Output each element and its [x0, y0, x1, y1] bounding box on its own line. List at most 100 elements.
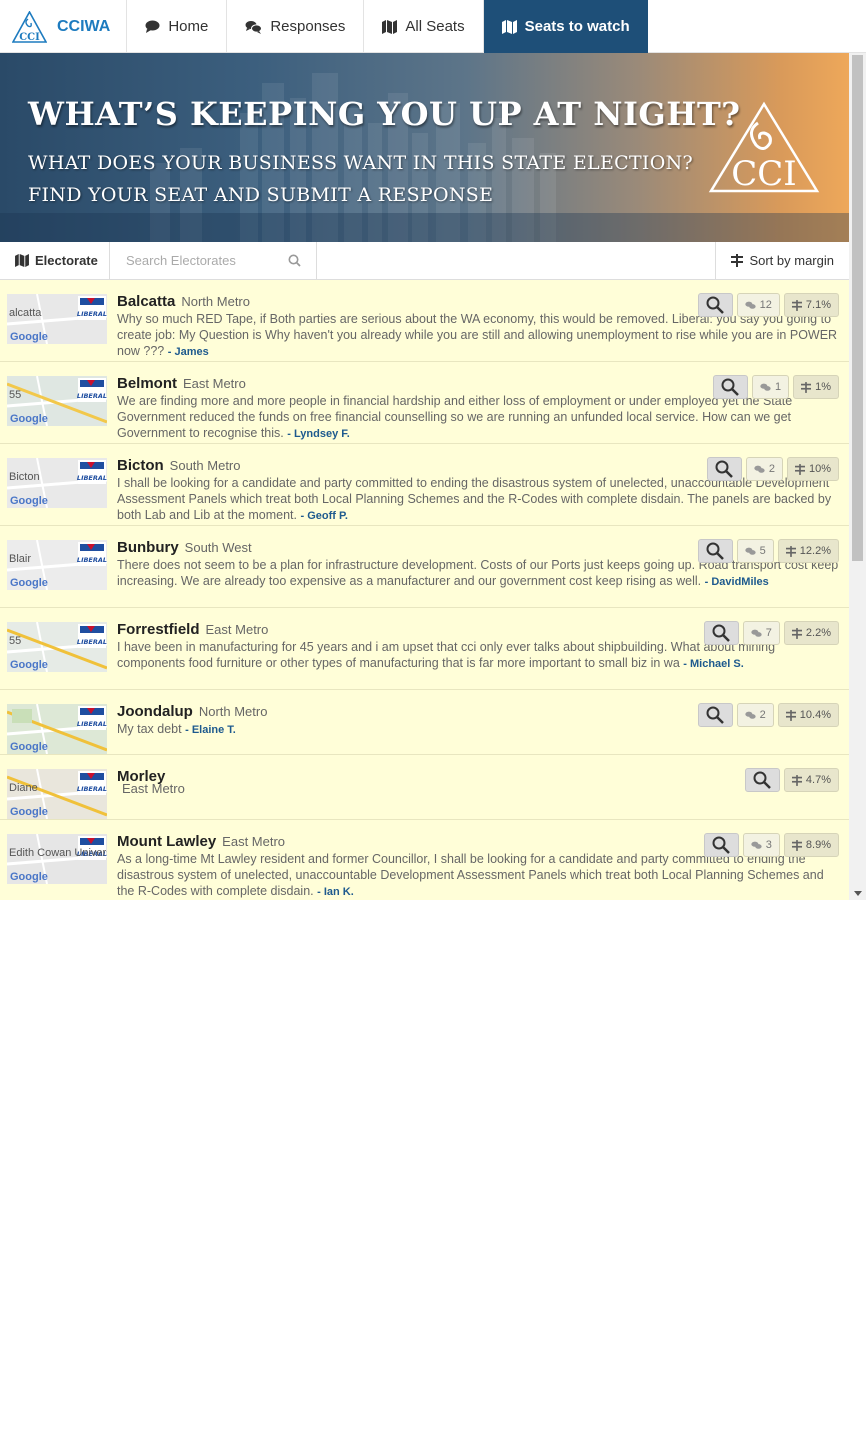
- seat-name[interactable]: Joondalup North Metro: [117, 703, 267, 720]
- seat-map-thumbnail[interactable]: LIBERAL Google alcatta: [7, 294, 107, 344]
- margin-value: 2.2%: [805, 627, 831, 639]
- author-name: Lyndsey F.: [293, 428, 350, 440]
- liberal-party-icon: LIBERAL: [77, 624, 107, 648]
- zoom-seat-button[interactable]: [706, 457, 742, 481]
- search-input[interactable]: [110, 242, 316, 279]
- comment-author[interactable]: - Elaine T.: [185, 724, 236, 736]
- comments-icon: [745, 547, 756, 555]
- zoom-seat-button[interactable]: [697, 539, 733, 563]
- seat-region: South Metro: [169, 458, 241, 473]
- seat-row[interactable]: LIBERAL Google 55 Forrestfield East Metro I h…: [0, 608, 849, 690]
- comment-count-badge[interactable]: 2: [745, 457, 783, 481]
- map-place-label: 55: [9, 389, 21, 401]
- seat-region: East Metro: [122, 781, 185, 796]
- hero-subtitle-2: FIND YOUR SEAT AND SUBMIT A RESPONSE: [28, 184, 494, 206]
- scrollbar-thumb[interactable]: [852, 55, 863, 561]
- search-box: [110, 242, 317, 279]
- seat-name[interactable]: Bicton South Metro: [117, 457, 241, 474]
- liberal-party-icon: LIBERAL: [77, 378, 107, 402]
- brand-link[interactable]: CCI CCIWA: [0, 0, 128, 53]
- author-name: DavidMiles: [711, 576, 769, 588]
- seat-name[interactable]: Mount Lawley East Metro: [117, 833, 285, 850]
- comment-text: I shall be looking for a candidate and p…: [117, 476, 832, 522]
- nav-all-seats[interactable]: All Seats: [364, 0, 484, 53]
- seat-row[interactable]: LIBERALGoogleEdith Cowan University Mount…: [0, 820, 849, 900]
- nav-home[interactable]: Home: [127, 0, 228, 53]
- liberal-party-icon: LIBERAL: [77, 771, 107, 795]
- map-image: LIBERALGoogleEdith Cowan University: [7, 834, 107, 884]
- zoom-seat-button[interactable]: [703, 621, 739, 645]
- comment-icon: [145, 20, 160, 33]
- seat-row[interactable]: LIBERAL Google Joondalup North Metro My tax …: [0, 690, 849, 755]
- zoom-seat-button[interactable]: [697, 293, 733, 317]
- comments-icon: [751, 841, 762, 849]
- seat-region: North Metro: [181, 294, 250, 309]
- search-icon[interactable]: [288, 254, 301, 267]
- seat-map-thumbnail[interactable]: LIBERAL Google Bicton: [7, 458, 107, 508]
- comment-author[interactable]: - Lyndsey F.: [287, 428, 350, 440]
- nav-seats-to-watch-label: Seats to watch: [524, 18, 630, 35]
- comment-count-badge[interactable]: 12: [736, 293, 780, 317]
- zoom-seat-button[interactable]: [703, 833, 739, 857]
- seat-name[interactable]: Bunbury South West: [117, 539, 252, 556]
- comment-author[interactable]: - Ian K.: [317, 886, 354, 898]
- zoom-seat-button[interactable]: [744, 768, 780, 792]
- nav-seats-to-watch[interactable]: Seats to watch: [483, 0, 648, 53]
- zoom-seat-button[interactable]: [712, 375, 748, 399]
- seat-map-thumbnail[interactable]: LIBERAL Google 55: [7, 622, 107, 672]
- comments-icon: [245, 20, 263, 34]
- seat-map-thumbnail[interactable]: LIBERAL Google 55: [7, 376, 107, 426]
- map-place-label: Bicton: [9, 471, 40, 483]
- liberal-party-icon: LIBERAL: [77, 460, 107, 484]
- seat-row[interactable]: LIBERAL Google Diane Morley East Metro 4.7%: [0, 755, 849, 820]
- page-scrollbar[interactable]: [849, 53, 866, 900]
- comment-count-badge[interactable]: 2: [736, 703, 774, 727]
- seat-row[interactable]: LIBERAL Google Bicton Bicton South Metro I sh…: [0, 444, 849, 526]
- author-name: James: [174, 346, 209, 358]
- margin-value: 10.4%: [799, 709, 831, 721]
- margin-badge: 10%: [786, 457, 839, 481]
- hero-subtitle-1: WHAT DOES YOUR BUSINESS WANT IN THIS STA…: [28, 152, 694, 174]
- margin-value: 8.9%: [805, 839, 831, 851]
- sort-by-margin-button[interactable]: Sort by margin: [715, 242, 849, 279]
- comment-author[interactable]: - James: [168, 346, 209, 358]
- map-image: LIBERAL Google Blair: [7, 540, 107, 590]
- hero-title: WHAT’S KEEPING YOU UP AT NIGHT?: [28, 95, 741, 133]
- seat-map-thumbnail[interactable]: LIBERAL Google Diane: [7, 769, 107, 819]
- map-place-label: 55: [9, 635, 21, 647]
- seat-name[interactable]: Belmont East Metro: [117, 375, 246, 392]
- seat-map-thumbnail[interactable]: LIBERAL Google Blair: [7, 540, 107, 590]
- seat-name[interactable]: Balcatta North Metro: [117, 293, 250, 310]
- scroll-down-arrow-icon[interactable]: [854, 891, 862, 896]
- comment-author[interactable]: - Michael S.: [683, 658, 744, 670]
- comment-author[interactable]: - DavidMiles: [705, 576, 769, 588]
- zoom-seat-button[interactable]: [697, 703, 733, 727]
- seat-row[interactable]: LIBERAL Google Blair Bunbury South West There…: [0, 526, 849, 608]
- hero-banner: WHAT’S KEEPING YOU UP AT NIGHT? WHAT DOE…: [0, 53, 849, 242]
- seat-region: East Metro: [205, 622, 269, 637]
- margin-icon: [731, 254, 744, 267]
- comment-count: 2: [759, 709, 766, 721]
- comment-count-badge[interactable]: 5: [736, 539, 774, 563]
- comment-count-badge[interactable]: 1: [751, 375, 790, 399]
- map-place-label: alcatta: [9, 307, 42, 319]
- google-logo-icon: Google: [10, 659, 48, 671]
- liberal-label: LIBERAL: [77, 310, 107, 318]
- nav-responses[interactable]: Responses: [227, 0, 365, 53]
- seat-name[interactable]: Forrestfield East Metro: [117, 621, 268, 638]
- seat-row[interactable]: LIBERAL Google 55 Belmont East Metro We are f…: [0, 362, 849, 444]
- comment-author[interactable]: - Geoff P.: [300, 510, 348, 522]
- comment-count-badge[interactable]: 3: [742, 833, 780, 857]
- seat-map-thumbnail[interactable]: LIBERALGoogleEdith Cowan University: [7, 834, 107, 884]
- map-place-label: Diane: [9, 782, 38, 794]
- seat-region: South West: [184, 540, 252, 555]
- seat-map-thumbnail[interactable]: LIBERAL Google: [7, 704, 107, 754]
- comment-count-badge[interactable]: 7: [742, 621, 780, 645]
- seat-row[interactable]: LIBERAL Google alcatta Balcatta North Metro W…: [0, 280, 849, 362]
- nav-responses-label: Responses: [270, 18, 346, 35]
- author-name: Geoff P.: [307, 510, 348, 522]
- electorate-button[interactable]: Electorate: [0, 242, 110, 279]
- margin-icon: [794, 463, 805, 475]
- comments-icon: [745, 711, 756, 719]
